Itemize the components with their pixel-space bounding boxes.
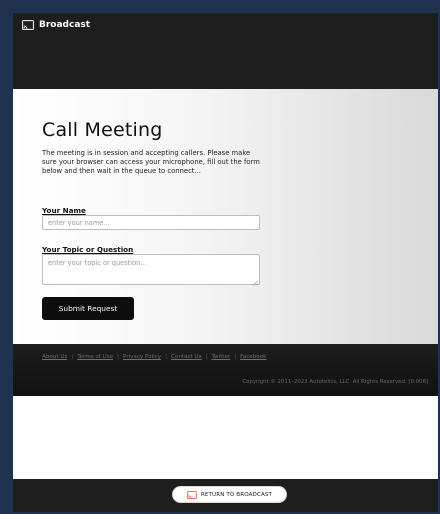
footer-link-contact[interactable]: Contact Us xyxy=(171,354,202,360)
cast-icon xyxy=(187,490,197,499)
resize-grip-icon[interactable] xyxy=(252,280,258,286)
footer-separator: | xyxy=(71,354,74,360)
footer-separator: | xyxy=(117,354,119,360)
footer-separator: | xyxy=(205,354,208,360)
bottom-bar: RETURN TO BROADCAST xyxy=(13,479,438,512)
footer-link-privacy[interactable]: Privacy Policy xyxy=(123,354,161,360)
footer-separator: | xyxy=(234,354,237,360)
brand[interactable]: Broadcast xyxy=(22,20,90,30)
intro-text: The meeting is in session and accepting … xyxy=(42,149,260,176)
footer-link-facebook[interactable]: Facebook xyxy=(240,354,266,360)
brand-name: Broadcast xyxy=(39,20,91,30)
footer-links: About Us | Terms of Use | Privacy Policy | Con… xyxy=(42,354,266,360)
topic-label: Your Topic or Question xyxy=(42,245,134,254)
name-input[interactable] xyxy=(42,215,260,230)
top-bar: Broadcast xyxy=(13,13,438,89)
page-title: Call Meeting xyxy=(42,119,163,141)
app-window: Broadcast Call Meeting The meeting is in… xyxy=(13,13,438,512)
footer-link-twitter[interactable]: Twitter xyxy=(211,354,230,360)
name-label: Your Name xyxy=(42,206,86,215)
return-to-broadcast-button[interactable]: RETURN TO BROADCAST xyxy=(172,486,287,503)
topic-input[interactable] xyxy=(42,254,260,285)
footer-separator: | xyxy=(165,354,167,360)
copyright-text: Copyright © 2011–2023 Autotelics, LLC. A… xyxy=(242,379,428,385)
submit-request-button[interactable]: Submit Request xyxy=(42,297,134,320)
return-label: RETURN TO BROADCAST xyxy=(200,491,273,498)
call-meeting-form: Call Meeting The meeting is in session a… xyxy=(13,89,438,344)
footer: About Us | Terms of Use | Privacy Policy | Con… xyxy=(13,344,438,396)
footer-link-about[interactable]: About Us xyxy=(42,354,67,360)
cast-icon xyxy=(22,20,34,30)
footer-link-terms[interactable]: Terms of Use xyxy=(77,354,113,360)
